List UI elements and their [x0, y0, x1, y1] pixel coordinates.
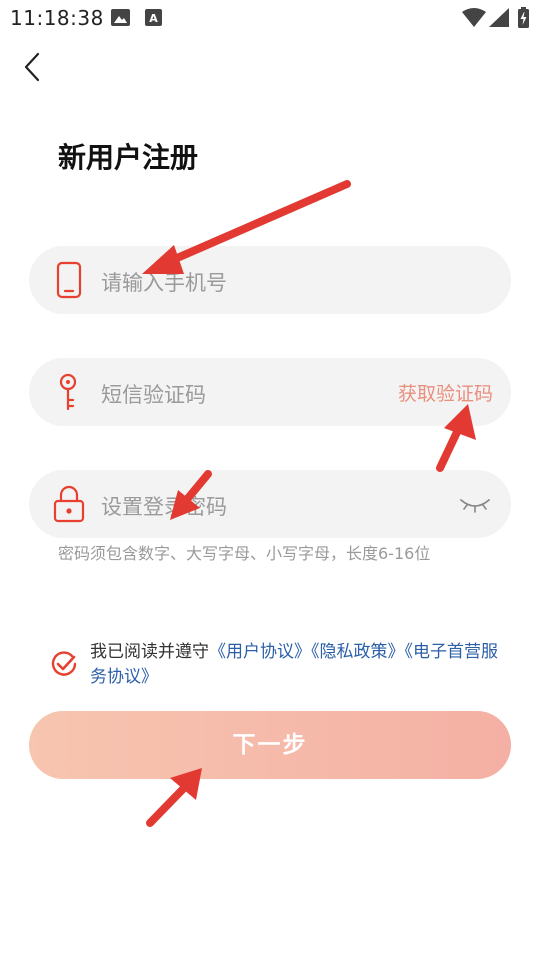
lock-icon — [53, 485, 85, 523]
sms-code-placeholder: 短信验证码 — [101, 383, 206, 407]
status-bar: 11:18:38 A — [0, 0, 540, 36]
password-placeholder: 设置登录密码 — [101, 495, 227, 519]
get-code-button[interactable]: 获取验证码 — [398, 379, 493, 406]
svg-text:A: A — [149, 12, 158, 25]
key-icon — [59, 373, 77, 411]
privacy-policy-link[interactable]: 《隐私政策》 — [311, 642, 405, 662]
register-screen: 11:18:38 A 新用户注册 请输入手机号 短信验证码 获取验证码 设置登录… — [0, 0, 540, 960]
password-input[interactable]: 设置登录密码 — [29, 470, 511, 538]
wifi-icon — [462, 8, 486, 27]
next-button[interactable]: 下一步 — [29, 711, 511, 779]
signal-icon — [489, 8, 509, 27]
battery-icon — [518, 7, 529, 28]
password-hint: 密码须包含数字、大写字母、小写字母，长度6-16位 — [58, 544, 431, 563]
eye-closed-icon[interactable] — [459, 494, 491, 514]
back-arrow-icon[interactable] — [16, 50, 50, 84]
agreement-prefix: 我已阅读并遵守 — [90, 642, 209, 662]
phone-placeholder: 请输入手机号 — [101, 271, 227, 295]
status-time: 11:18:38 — [10, 6, 104, 30]
sms-code-input[interactable]: 短信验证码 获取验证码 — [29, 358, 511, 426]
gallery-icon — [111, 9, 130, 26]
font-notification-icon: A — [145, 9, 162, 26]
phone-input[interactable]: 请输入手机号 — [29, 246, 511, 314]
page-title: 新用户注册 — [58, 141, 199, 174]
phone-icon — [56, 261, 82, 299]
user-agreement-link[interactable]: 《用户协议》 — [209, 642, 311, 662]
agreement-text: 我已阅读并遵守《用户协议》《隐私政策》《电子首营服务协议》 — [90, 640, 510, 690]
agreement-checkbox-icon[interactable] — [50, 650, 78, 678]
